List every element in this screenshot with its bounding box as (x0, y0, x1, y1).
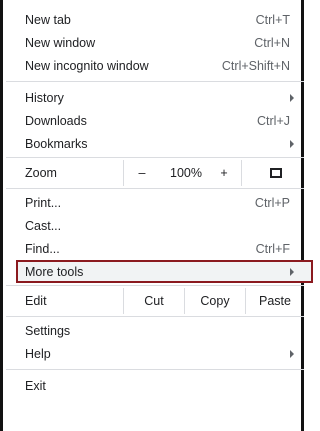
paste-button[interactable]: Paste (246, 288, 304, 314)
menu-item-shortcut: Ctrl+Shift+N (221, 58, 290, 73)
submenu-arrow-icon (290, 139, 294, 148)
menu-item-bookmarks[interactable]: Bookmarks (6, 132, 304, 155)
submenu-arrow-icon (290, 349, 294, 358)
menu-item-more-tools[interactable]: More tools (6, 260, 313, 283)
menu-item-settings[interactable]: Settings (6, 319, 304, 342)
menu-item-print[interactable]: Print... Ctrl+P (6, 191, 304, 214)
menu-item-label: Downloads (25, 113, 87, 128)
menu-item-label: More tools (25, 264, 84, 279)
minus-icon: – (138, 166, 146, 180)
menu-item-label: New window (25, 35, 96, 50)
menu-separator (6, 157, 304, 158)
menu-item-downloads[interactable]: Downloads Ctrl+J (6, 109, 304, 132)
menu-separator (6, 285, 304, 286)
copy-button[interactable]: Copy (185, 288, 245, 314)
browser-menu: New tab Ctrl+T New window Ctrl+N New inc… (6, 8, 313, 397)
menu-item-label: Print... (25, 195, 62, 210)
plus-icon: + (220, 166, 228, 180)
menu-item-label: Exit (25, 378, 46, 393)
menu-item-label: Find... (25, 241, 60, 256)
menu-item-new-tab[interactable]: New tab Ctrl+T (6, 8, 304, 31)
menu-item-shortcut: Ctrl+N (254, 35, 290, 50)
menu-item-shortcut: Ctrl+P (254, 195, 290, 210)
fullscreen-button[interactable] (264, 160, 288, 186)
submenu-arrow-icon (290, 93, 294, 102)
paste-label: Paste (259, 294, 291, 308)
menu-item-find[interactable]: Find... Ctrl+F (6, 237, 304, 260)
menu-separator (6, 188, 304, 189)
menu-item-help[interactable]: Help (6, 342, 304, 365)
menu-item-label: Cast... (25, 218, 62, 233)
zoom-level-value: 100% (170, 166, 202, 180)
cut-label: Cut (144, 294, 164, 308)
edit-row: Edit Cut Copy Paste (6, 288, 304, 314)
menu-item-new-window[interactable]: New window Ctrl+N (6, 31, 304, 54)
menu-separator (6, 316, 304, 317)
zoom-out-button[interactable]: – (130, 160, 154, 186)
menu-item-label: New tab (25, 12, 71, 27)
zoom-in-button[interactable]: + (212, 160, 236, 186)
menu-item-label: Settings (25, 323, 71, 338)
zoom-label: Zoom (25, 166, 57, 180)
menu-item-cast[interactable]: Cast... (6, 214, 304, 237)
submenu-arrow-icon (290, 267, 294, 276)
menu-item-history[interactable]: History (6, 86, 304, 109)
menu-item-label: Help (25, 346, 51, 361)
fullscreen-icon (270, 168, 282, 178)
menu-frame: New tab Ctrl+T New window Ctrl+N New inc… (0, 0, 313, 431)
copy-label: Copy (200, 294, 230, 308)
menu-item-label: Bookmarks (25, 136, 88, 151)
zoom-level: 100% (161, 160, 211, 186)
menu-item-new-incognito-window[interactable]: New incognito window Ctrl+Shift+N (6, 54, 304, 77)
menu-item-shortcut: Ctrl+T (255, 12, 290, 27)
menu-item-label: New incognito window (25, 58, 149, 73)
menu-item-label: History (25, 90, 64, 105)
edit-label: Edit (25, 294, 47, 308)
menu-item-shortcut: Ctrl+J (257, 113, 290, 128)
zoom-divider (241, 160, 242, 186)
cut-button[interactable]: Cut (124, 288, 184, 314)
menu-item-shortcut: Ctrl+F (255, 241, 290, 256)
menu-separator (6, 369, 304, 370)
menu-separator (6, 81, 304, 82)
menu-item-exit[interactable]: Exit (6, 374, 304, 397)
zoom-row: Zoom – 100% + (6, 160, 304, 186)
zoom-divider (123, 160, 124, 186)
